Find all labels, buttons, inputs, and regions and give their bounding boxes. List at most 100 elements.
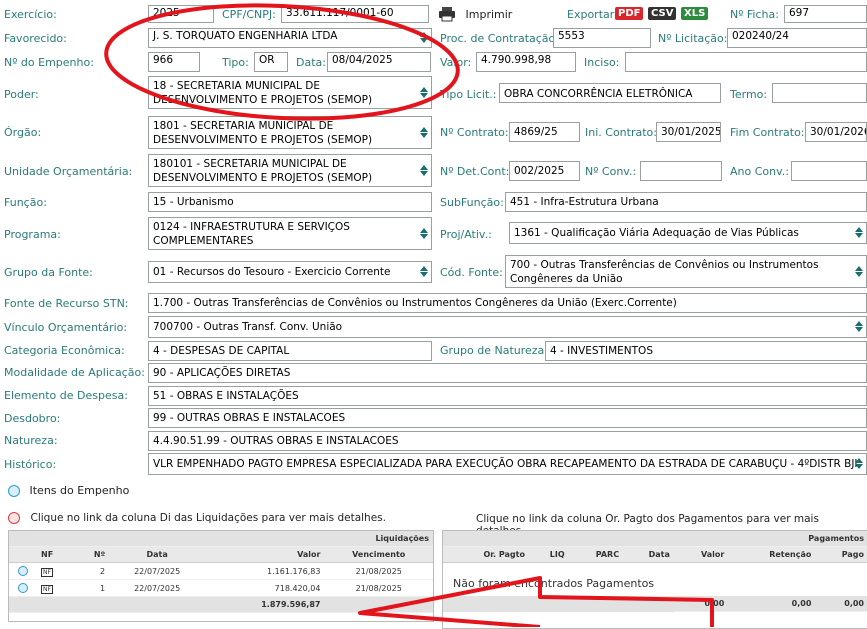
anoconv-label: Ano Conv.: — [730, 165, 789, 178]
unidade-field[interactable]: 180101 - SECRETARIA MUNICIPAL DE DESENVO… — [148, 154, 432, 187]
spinner-icon[interactable] — [420, 265, 428, 279]
print-label: Imprimir — [465, 7, 513, 21]
categoria-field[interactable]: 4 - DESPESAS DE CAPITAL — [148, 341, 432, 361]
tipo-field[interactable]: OR — [254, 52, 288, 72]
detcont-field[interactable]: 002/2025 — [509, 161, 580, 181]
spinner-icon[interactable] — [420, 164, 428, 178]
col-pago: Pago — [815, 546, 867, 563]
col-retencao: Retenção — [728, 546, 816, 563]
poder-label: Poder: — [4, 88, 39, 101]
exportar-label: Exportar: — [567, 8, 618, 21]
cpf-label: CPF/CNPJ: — [222, 8, 276, 21]
funcao-field[interactable]: 15 - Urbanismo — [148, 192, 432, 212]
empenho-field[interactable]: 966 — [148, 52, 200, 72]
table-row: NF 1 22/07/2025 718.420,04 21/08/2025 — [9, 579, 433, 597]
subfuncao-field[interactable]: 451 - Infra-Estrutura Urbana — [505, 192, 867, 212]
valor-field[interactable]: 4.790.998,98 — [476, 52, 576, 72]
ficha-label: Nº Ficha: — [730, 8, 779, 21]
exercicio-label: Exercício: — [4, 8, 57, 21]
list-icon — [8, 485, 20, 497]
spinner-icon[interactable] — [420, 31, 428, 45]
spinner-icon[interactable] — [855, 320, 863, 334]
anoconv-field[interactable] — [791, 161, 867, 181]
programa-field[interactable]: 0124 - INFRAESTRUTURA E SERVIÇOS COMPLEM… — [148, 217, 432, 250]
spinner-icon[interactable] — [420, 126, 428, 140]
col-data: Data — [623, 546, 674, 563]
spinner-icon[interactable] — [855, 457, 863, 471]
historico-field[interactable]: VLR EMPENHADO PAGTO EMPRESA ESPECIALIZAD… — [148, 453, 867, 475]
export-pdf-button[interactable]: PDF — [615, 7, 644, 20]
data-label: Data: — [296, 56, 326, 69]
desdobro-field[interactable]: 99 - OUTRAS OBRAS E INSTALACOES — [148, 408, 867, 428]
spinner-icon[interactable] — [855, 226, 863, 240]
programa-value: 0124 - INFRAESTRUTURA E SERVIÇOS COMPLEM… — [153, 221, 350, 247]
proc-label: Proc. de Contratação: — [440, 32, 559, 45]
col-valor: Valor — [205, 546, 325, 563]
liquidacoes-hint: Clique no link da coluna Di das Liquidaç… — [8, 511, 386, 524]
funcao-label: Função: — [4, 196, 47, 209]
nf-icon[interactable]: NF — [41, 567, 53, 577]
fonte-stn-field[interactable]: 1.700 - Outras Transferências de Convêni… — [148, 293, 867, 313]
licitacao-field[interactable]: 020240/24 — [727, 28, 867, 48]
pagamentos-table: Pagamentos Or. Pagto LIQ PARC Data Valor… — [442, 530, 867, 629]
projativ-label: Proj/Ativ.: — [440, 228, 492, 241]
fim-contrato-field[interactable]: 30/01/2026 — [805, 122, 867, 142]
vinculo-field[interactable]: 700700 - Outras Transf. Conv. União — [148, 316, 867, 338]
contrato-field[interactable]: 4869/25 — [509, 122, 580, 142]
inciso-field[interactable] — [625, 52, 867, 72]
grupofonte-field[interactable]: 01 - Recursos do Tesouro - Exercicio Cor… — [148, 261, 432, 283]
pagamentos-empty: Não foram encontrados Pagamentos — [453, 577, 655, 590]
detail-icon[interactable] — [18, 583, 28, 593]
col-parc: PARC — [568, 546, 624, 563]
liquidacoes-title: Liquidações — [9, 531, 433, 547]
data-field[interactable]: 08/04/2025 — [327, 52, 431, 72]
fim-contrato-label: Fim Contrato: — [730, 126, 805, 139]
itens-empenho-toggle[interactable]: Itens do Empenho — [8, 484, 129, 497]
spinner-icon[interactable] — [420, 86, 428, 100]
info-icon — [8, 512, 20, 524]
empenho-label: Nº do Empenho: — [4, 56, 94, 69]
pagamentos-title: Pagamentos — [443, 531, 867, 547]
exercicio-field[interactable]: 2025 — [148, 5, 214, 23]
print-button[interactable]: Imprimir — [438, 6, 512, 22]
col-num: Nº — [75, 546, 110, 563]
nf-icon[interactable]: NF — [41, 584, 53, 594]
grupo-natureza-label: Grupo de Natureza: — [440, 344, 548, 357]
codfonte-field[interactable]: 700 - Outras Transferências de Convênios… — [505, 255, 867, 288]
modalidade-field[interactable]: 90 - APLICAÇÕES DIRETAS — [148, 363, 867, 383]
ficha-field[interactable]: 697 — [784, 5, 867, 23]
elemento-field[interactable]: 51 - OBRAS E INSTALAÇÕES — [148, 386, 867, 406]
conv-field[interactable] — [640, 161, 722, 181]
ini-contrato-label: Ini. Contrato: — [585, 126, 657, 139]
spinner-icon[interactable] — [855, 265, 863, 279]
grupo-natureza-field[interactable]: 4 - INVESTIMENTOS — [545, 341, 867, 361]
programa-label: Programa: — [4, 228, 61, 241]
detail-icon[interactable] — [18, 566, 28, 576]
poder-field[interactable]: 18 - SECRETARIA MUNICIPAL DE DESENVOLVIM… — [148, 76, 432, 109]
orgao-label: Órgão: — [4, 126, 42, 139]
favorecido-field[interactable]: J. S. TORQUATO ENGENHARIA LTDA — [148, 28, 432, 48]
col-nf: NF — [37, 546, 75, 563]
projativ-field[interactable]: 1361 - Qualificação Viária Adequação de … — [509, 222, 867, 244]
poder-value: 18 - SECRETARIA MUNICIPAL DE DESENVOLVIM… — [153, 80, 373, 106]
export-xls-button[interactable]: XLS — [681, 7, 709, 20]
col-or-pagto: Or. Pagto — [443, 546, 529, 563]
fonte-stn-label: Fonte de Recurso STN: — [4, 297, 129, 310]
printer-icon — [439, 7, 455, 22]
tipo-licit-field[interactable]: OBRA CONCORRÊNCIA ELETRÔNICA — [499, 83, 721, 103]
tipo-label: Tipo: — [222, 56, 249, 69]
proc-field[interactable]: 5553 — [553, 28, 651, 48]
orgao-field[interactable]: 1801 - SECRETARIA MUNICIPAL DE DESENVOLV… — [148, 116, 432, 149]
export-csv-button[interactable]: CSV — [648, 7, 677, 20]
vinculo-label: Vínculo Orçamentário: — [4, 321, 128, 334]
ini-contrato-field[interactable]: 30/01/2025 — [656, 122, 721, 142]
codfonte-label: Cód. Fonte: — [440, 266, 503, 279]
termo-field[interactable] — [772, 83, 867, 103]
spinner-icon[interactable] — [420, 227, 428, 241]
categoria-label: Categoria Econômica: — [4, 344, 125, 357]
natureza-field[interactable]: 4.4.90.51.99 - OUTRAS OBRAS E INSTALACOE… — [148, 431, 867, 451]
col-data: Data — [109, 546, 206, 563]
col-valor: Valor — [673, 546, 729, 563]
cpf-field[interactable]: 33.611.117/0001-60 — [281, 5, 429, 23]
valor-label: Valor: — [440, 56, 472, 69]
